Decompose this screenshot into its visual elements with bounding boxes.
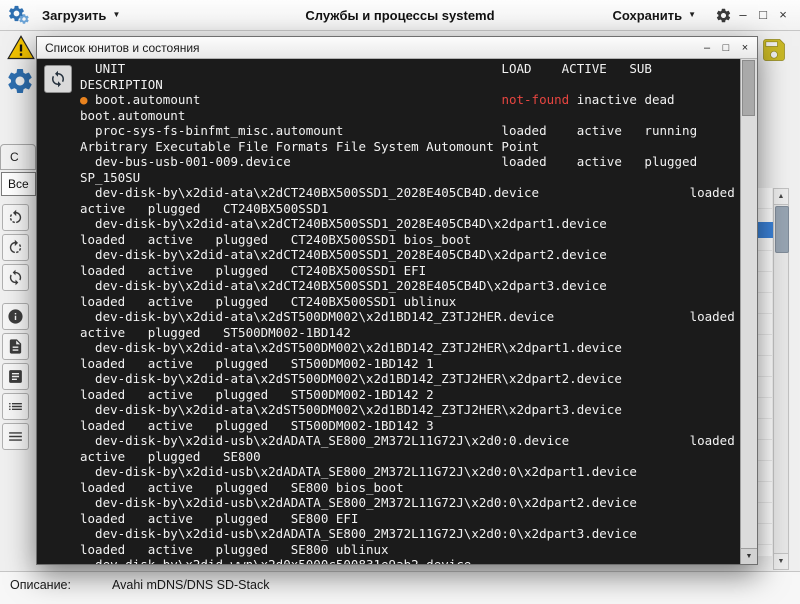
console-line: Arbitrary Executable File Formats File S… (80, 139, 737, 155)
console-line: boot.automount (80, 108, 737, 124)
dialog-refresh-button[interactable] (44, 65, 72, 93)
dialog-scroll-down-button[interactable]: ▼ (741, 548, 757, 564)
console-line: dev-disk-by\x2did-usb\x2dADATA_SE800_2M3… (80, 433, 737, 449)
console-line: dev-disk-by\x2did-ata\x2dCT240BX500SSD1_… (80, 247, 737, 263)
console-line: dev-disk-by\x2did-wwn\x2d0x5000c500831e9… (80, 557, 737, 564)
main-vertical-scrollbar[interactable]: ▲ ▼ (773, 188, 789, 570)
dialog-scrollbar-thumb[interactable] (742, 60, 755, 116)
dialog-close-button[interactable]: × (737, 40, 753, 56)
description-label: Описание: (10, 578, 71, 592)
console-line: dev-disk-by\x2did-ata\x2dST500DM002\x2d1… (80, 402, 737, 418)
save-button-label: Сохранить (612, 8, 682, 23)
dialog-vertical-scrollbar[interactable]: ▼ (740, 59, 757, 564)
info-button[interactable] (2, 303, 29, 330)
info-icon (7, 308, 24, 325)
menu-button[interactable] (2, 423, 29, 450)
load-button-label: Загрузить (42, 8, 106, 23)
report-icon (7, 368, 24, 385)
main-toolbar: Загрузить ▼ Службы и процессы systemd Со… (0, 0, 800, 31)
dialog-minimize-button[interactable]: – (699, 40, 715, 56)
console-line: loaded active plugged SE800 ublinux (80, 542, 737, 558)
warning-icon (7, 34, 35, 62)
console-line: dev-disk-by\x2did-ata\x2dST500DM002\x2d1… (80, 309, 737, 325)
scroll-down-button[interactable]: ▼ (774, 553, 788, 569)
dialog-title: Список юнитов и состояния (45, 41, 200, 55)
redo-history-button[interactable] (2, 234, 29, 261)
console-line: UNIT LOAD ACTIVE SUB (80, 61, 737, 77)
console-line: dev-disk-by\x2did-usb\x2dADATA_SE800_2M3… (80, 464, 737, 480)
description-value: Avahi mDNS/DNS SD-Stack (112, 578, 269, 592)
refresh-button[interactable] (2, 264, 29, 291)
app-logo-icon (7, 4, 31, 26)
status-bar: Описание: Avahi mDNS/DNS SD-Stack (0, 571, 800, 604)
console-line: active plugged ST500DM002-1BD142 (80, 325, 737, 341)
units-table-fragment[interactable] (757, 188, 772, 556)
console-line: active plugged SE800 (80, 449, 737, 465)
gear-icon (715, 7, 732, 24)
console-line: SP_150SU (80, 170, 737, 186)
console-line: ● boot.automount not-found inactive dead (80, 92, 737, 108)
rotate-left-icon (7, 209, 24, 226)
console-line: loaded active plugged CT240BX500SSD1 ubl… (80, 294, 737, 310)
console-line: DESCRIPTION (80, 77, 737, 93)
floppy-icon (760, 36, 788, 64)
app-window: Загрузить ▼ Службы и процессы systemd Со… (0, 0, 800, 604)
report-button[interactable] (2, 363, 29, 390)
console-line: loaded active plugged CT240BX500SSD1 EFI (80, 263, 737, 279)
units-list-button[interactable] (2, 393, 29, 420)
console-line: dev-disk-by\x2did-ata\x2dCT240BX500SSD1_… (80, 216, 737, 232)
console-line: loaded active plugged SE800 bios_boot (80, 480, 737, 496)
unit-file-button[interactable] (2, 333, 29, 360)
console-line: loaded active plugged CT240BX500SSD1 bio… (80, 232, 737, 248)
close-button[interactable]: × (774, 4, 792, 24)
units-dialog: Список юнитов и состояния – □ × UNIT LOA… (36, 36, 758, 565)
undo-history-button[interactable] (2, 204, 29, 231)
save-button[interactable]: Сохранить ▼ (604, 3, 704, 27)
console-line: dev-disk-by\x2did-ata\x2dST500DM002\x2d1… (80, 371, 737, 387)
console-line: dev-disk-by\x2did-usb\x2dADATA_SE800_2M3… (80, 526, 737, 542)
caret-down-icon: ▼ (688, 11, 696, 19)
dialog-titlebar[interactable]: Список юнитов и состояния – □ × (37, 37, 757, 59)
load-button[interactable]: Загрузить ▼ (34, 3, 128, 27)
caret-down-icon: ▼ (112, 11, 120, 19)
dialog-controls: – □ × (699, 40, 753, 56)
list-icon (7, 398, 24, 415)
console-line: active plugged CT240BX500SSD1 (80, 201, 737, 217)
rotate-right-icon (7, 239, 24, 256)
settings-button[interactable] (712, 5, 734, 25)
minimize-button[interactable]: – (734, 4, 752, 24)
console-line: loaded active plugged ST500DM002-1BD142 … (80, 418, 737, 434)
console-line: loaded active plugged ST500DM002-1BD142 … (80, 356, 737, 372)
filter-all-combobox[interactable]: Все (1, 172, 36, 196)
units-console: UNIT LOAD ACTIVE SUBDESCRIPTION● boot.au… (80, 61, 737, 564)
console-line: dev-disk-by\x2did-usb\x2dADATA_SE800_2M3… (80, 495, 737, 511)
scroll-up-button[interactable]: ▲ (774, 189, 788, 205)
maximize-button[interactable]: □ (754, 4, 772, 24)
tab-services[interactable]: С (0, 144, 36, 170)
services-gear-icon (5, 66, 35, 96)
console-line: loaded active plugged SE800 EFI (80, 511, 737, 527)
refresh-icon (49, 70, 67, 88)
console-line: dev-disk-by\x2did-ata\x2dST500DM002\x2d1… (80, 340, 737, 356)
console-line: proc-sys-fs-binfmt_misc.automount loaded… (80, 123, 737, 139)
console-line: dev-bus-usb-001-009.device loaded active… (80, 154, 737, 170)
console-line: loaded active plugged ST500DM002-1BD142 … (80, 387, 737, 403)
scrollbar-thumb[interactable] (775, 206, 789, 253)
save-indicator-button[interactable] (760, 36, 788, 64)
selected-row-fragment[interactable] (758, 222, 773, 238)
console-line: dev-disk-by\x2did-ata\x2dCT240BX500SSD1_… (80, 185, 737, 201)
refresh-icon (7, 269, 24, 286)
dialog-content: UNIT LOAD ACTIVE SUBDESCRIPTION● boot.au… (37, 59, 757, 564)
console-line: dev-disk-by\x2did-ata\x2dCT240BX500SSD1_… (80, 278, 737, 294)
menu-icon (7, 428, 24, 445)
dialog-maximize-button[interactable]: □ (718, 40, 734, 56)
document-icon (7, 338, 24, 355)
